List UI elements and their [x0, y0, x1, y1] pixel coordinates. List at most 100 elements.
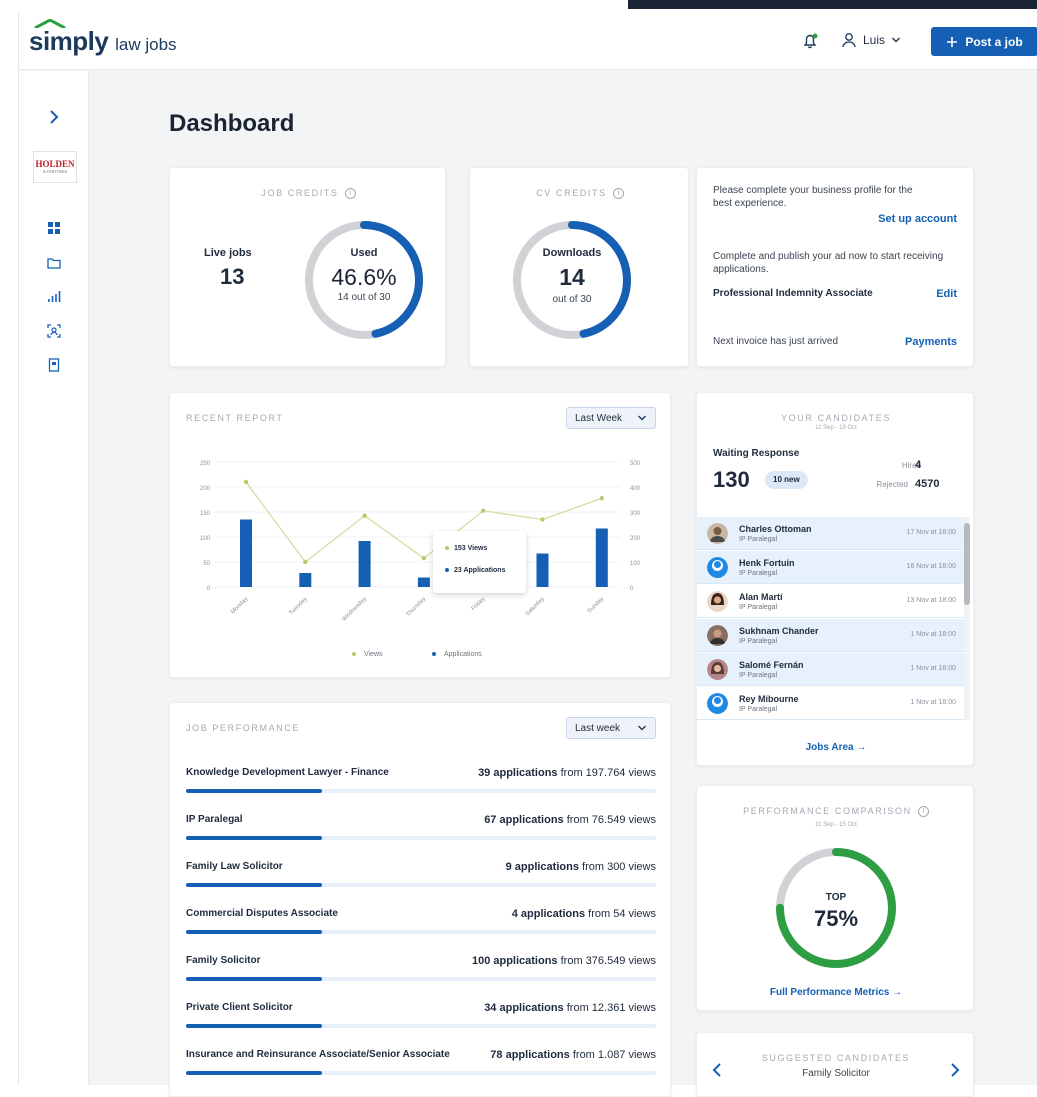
info-icon[interactable]: i: [917, 806, 929, 818]
pending-job-name: Professional Indemnity Associate: [713, 288, 873, 299]
y-tick-label-left: 200: [200, 486, 211, 492]
x-tick-label: Thursday: [405, 596, 427, 618]
live-jobs-label: Live jobs: [204, 247, 252, 259]
candidate-role: IP Paralegal: [739, 604, 778, 611]
candidate-row[interactable]: Charles Ottoman IP Paralegal 17 Nov at 1…: [697, 517, 964, 550]
job-progress-fill: [186, 883, 322, 887]
plus-icon: [947, 36, 958, 47]
job-title: Knowledge Development Lawyer - Finance: [186, 767, 389, 778]
candidates-card: YOUR CANDIDATES 11 Sep - 18 Oct Waiting …: [696, 392, 974, 766]
candidate-scrollbar[interactable]: [964, 517, 970, 720]
set-up-account-link[interactable]: Set up account: [878, 213, 957, 225]
line-views: [245, 481, 603, 563]
top-dark-strip: [628, 0, 1037, 9]
chevron-down-icon: [891, 37, 901, 43]
candidate-name: Alan Martí: [739, 592, 783, 602]
candidate-row[interactable]: Salomé Fernán IP Paralegal 1 Nov at 18:0…: [697, 653, 964, 686]
cv-credits-label: CV CREDITS: [536, 188, 607, 198]
publish-message: Complete and publish your ad now to star…: [713, 251, 944, 275]
logo[interactable]: simply law jobs: [29, 19, 177, 57]
folder-icon[interactable]: [46, 255, 62, 271]
y-tick-label-right: 500: [630, 461, 641, 467]
avatar: [707, 659, 728, 680]
x-tick-label: Saturday: [525, 596, 546, 617]
x-tick-label: Tuesday: [288, 596, 308, 616]
cv-credits-header: CV CREDITS i: [470, 188, 690, 200]
candidate-name: Charles Ottoman: [739, 524, 812, 534]
performance-period-select[interactable]: Last week: [566, 717, 656, 739]
company-sub: & PARTNERS: [43, 169, 67, 174]
suggested-role: Family Solicitor: [802, 1068, 870, 1079]
live-jobs-value: 13: [220, 264, 245, 289]
point-views: [599, 496, 604, 501]
job-title: Insurance and Reinsurance Associate/Seni…: [186, 1049, 450, 1060]
y-tick-label-left: 100: [200, 536, 211, 542]
payments-link[interactable]: Payments: [905, 336, 957, 348]
candidate-date: 16 Nov at 18:00: [906, 563, 956, 570]
bar-applications: [536, 553, 549, 587]
suggested-label: SUGGESTED CANDIDATES: [761, 1053, 911, 1063]
point-views: [421, 556, 427, 561]
job-progress-track: [186, 1071, 656, 1075]
chart-tooltip: 153 Views 23 Applications: [433, 531, 526, 593]
job-stats: 9 applications from 300 views: [505, 861, 656, 873]
job-stats: 39 applications from 197.764 views: [478, 767, 656, 779]
legend-views: Views: [352, 651, 383, 658]
comparison-range: 11 Sep - 15 Oct: [815, 822, 857, 828]
info-icon[interactable]: i: [344, 188, 356, 200]
job-performance-label: JOB PERFORMANCE: [186, 723, 301, 733]
avatar-placeholder-icon: [707, 557, 728, 578]
used-detail: 14 out of 30: [337, 292, 391, 303]
expand-sidebar-icon[interactable]: [46, 109, 62, 125]
comparison-label: PERFORMANCE COMPARISON: [743, 806, 912, 816]
job-credits-header: JOB CREDITS i: [170, 188, 447, 200]
avatar-placeholder-icon: [707, 693, 728, 714]
info-icon[interactable]: i: [612, 188, 624, 200]
job-progress-fill: [186, 836, 322, 840]
bar-applications: [299, 573, 312, 587]
report-period-select[interactable]: Last Week: [566, 407, 656, 429]
y-tick-label-right: 300: [630, 511, 641, 517]
candidate-row[interactable]: Sukhnam Chander IP Paralegal 1 Nov at 18…: [697, 619, 964, 652]
x-tick-label: Monday: [230, 596, 249, 615]
candidate-row[interactable]: Alan Martí IP Paralegal 13 Nov at 18:00: [697, 585, 964, 618]
bar-applications: [595, 528, 608, 587]
jobs-area-link-wrap: Jobs Area →: [697, 737, 975, 755]
job-credits-card: JOB CREDITS i Live jobs 13 Used 46.6% 14…: [169, 167, 446, 367]
candidate-row[interactable]: Henk Fortuin IP Paralegal 16 Nov at 18:0…: [697, 551, 964, 584]
y-tick-label-left: 0: [207, 586, 211, 592]
profile-message: Please complete your business profile fo…: [713, 185, 913, 209]
jobs-area-link[interactable]: Jobs Area →: [806, 742, 867, 753]
performance-period-value: Last week: [575, 722, 621, 734]
chevron-down-icon: [638, 725, 646, 731]
analytics-icon[interactable]: [46, 289, 62, 305]
job-progress-fill: [186, 1071, 322, 1075]
used-label: Used: [350, 247, 378, 259]
full-metrics-link[interactable]: Full Performance Metrics →: [770, 987, 902, 998]
dashboard-icon[interactable]: [46, 220, 62, 236]
edit-link[interactable]: Edit: [936, 288, 957, 300]
point-views: [303, 559, 308, 565]
candidate-role: IP Paralegal: [739, 638, 778, 645]
downloads-detail: out of 30: [552, 294, 592, 305]
tooltip-applications: 23 Applications: [445, 567, 505, 574]
avatar: [707, 523, 728, 544]
avatar: [707, 625, 728, 646]
candidates-scan-icon[interactable]: [46, 323, 62, 339]
candidate-role: IP Paralegal: [739, 570, 778, 577]
job-progress-fill: [186, 930, 322, 934]
candidates-range: 11 Sep - 18 Oct: [815, 425, 857, 431]
post-job-button[interactable]: Post a job: [931, 27, 1037, 56]
notification-bell-icon[interactable]: [801, 32, 819, 50]
company-name: HOLDEN: [35, 159, 75, 169]
user-menu[interactable]: Luis: [841, 32, 901, 48]
comparison-header: PERFORMANCE COMPARISON i: [697, 806, 975, 818]
job-title: IP Paralegal: [186, 814, 243, 825]
job-progress-track: [186, 836, 656, 840]
scrollbar-thumb[interactable]: [964, 523, 970, 605]
job-stats: 100 applications from 376.549 views: [471, 955, 656, 967]
chevron-right-icon[interactable]: [949, 1063, 961, 1077]
candidate-row[interactable]: Rey Mibourne IP Paralegal 1 Nov at 18:00: [697, 687, 964, 720]
document-icon[interactable]: [46, 357, 62, 373]
y-tick-label-left: 250: [200, 461, 211, 467]
